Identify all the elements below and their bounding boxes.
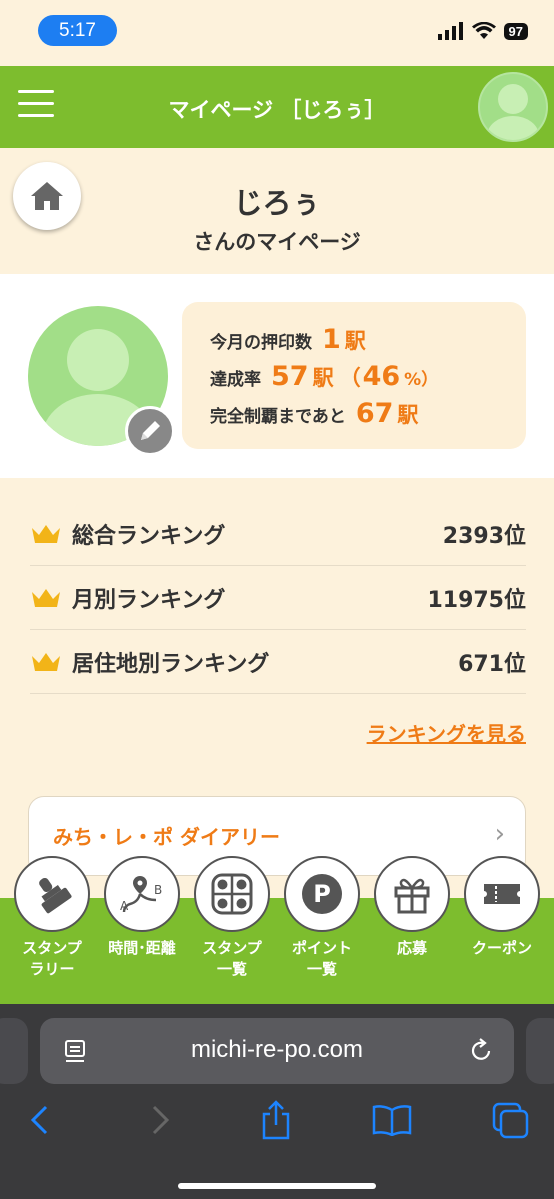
nav-apply[interactable]: 応募 xyxy=(367,856,457,959)
status-time: 5:17 xyxy=(38,15,117,46)
url-text: michi-re-po.com xyxy=(190,1036,364,1063)
point-icon: P xyxy=(302,874,342,914)
next-tab-edge[interactable] xyxy=(526,1018,554,1084)
page-title: マイページ ［じろぅ］ xyxy=(168,98,386,122)
status-bar: 5:17 97 xyxy=(0,0,554,66)
app-header: マイページ ［じろぅ］ xyxy=(0,66,554,148)
address-bar[interactable]: michi-re-po.com xyxy=(40,1018,514,1084)
crown-icon xyxy=(32,588,60,607)
diary-label: みち・レ・ポ ダイアリー xyxy=(53,825,280,849)
svg-text:B: B xyxy=(154,883,162,897)
grid-icon xyxy=(211,873,253,915)
bookmarks-icon[interactable] xyxy=(370,1098,414,1142)
tabs-icon[interactable] xyxy=(488,1098,532,1142)
nav-coupon[interactable]: クーポン xyxy=(457,856,547,959)
stats-box: 今月の押印数 1 駅 達成率 57 駅 （ 46 %） 完全制覇まであと 67 … xyxy=(182,302,526,449)
user-name: じろぅ xyxy=(233,186,321,220)
coupon-icon xyxy=(484,884,520,904)
ranking-section: 総合ランキング 2393位 月別ランキング 11975位 居住地別ランキング 6… xyxy=(0,478,554,898)
user-name-section: じろぅ さんのマイページ xyxy=(0,148,554,274)
browser-chrome: michi-re-po.com xyxy=(0,1004,554,1199)
route-icon: A B xyxy=(120,876,162,913)
chevron-right-icon: › xyxy=(494,819,505,849)
signal-icon xyxy=(437,22,463,40)
profile-section: 今月の押印数 1 駅 達成率 57 駅 （ 46 %） 完全制覇まであと 67 … xyxy=(0,274,554,478)
menu-icon[interactable] xyxy=(18,90,54,118)
crown-icon xyxy=(32,524,60,543)
svg-text:A: A xyxy=(120,899,129,913)
reload-icon[interactable] xyxy=(468,1038,494,1064)
previous-tab-edge[interactable] xyxy=(0,1018,28,1084)
share-icon[interactable] xyxy=(254,1098,298,1142)
ranking-row-overall: 総合ランキング 2393位 xyxy=(30,502,526,566)
status-icons: 97 xyxy=(437,22,528,40)
wifi-icon xyxy=(471,22,496,39)
remaining-stations: 完全制覇まであと 67 駅 xyxy=(210,398,419,429)
battery-indicator: 97 xyxy=(503,22,528,40)
nav-time-distance[interactable]: A B 時間･距離 xyxy=(97,856,187,959)
back-icon[interactable] xyxy=(18,1098,62,1142)
home-indicator xyxy=(178,1183,376,1189)
bottom-nav: スタンプ ラリー A B 時間･距離 スタンプ 一覧 P ポイント 一覧 応募 … xyxy=(0,856,554,1004)
crown-icon xyxy=(32,652,60,671)
nav-stamp-rally[interactable]: スタンプ ラリー xyxy=(7,856,97,980)
stamp-icon xyxy=(39,877,72,914)
achievement-rate: 達成率 57 駅 （ 46 %） xyxy=(210,361,439,392)
forward-icon[interactable] xyxy=(138,1098,182,1142)
ranking-row-residence: 居住地別ランキング 671位 xyxy=(30,630,526,694)
svg-text:P: P xyxy=(313,880,331,908)
view-ranking-link[interactable]: ランキングを見る xyxy=(367,718,526,747)
nav-point-list[interactable]: P ポイント 一覧 xyxy=(277,856,367,980)
user-subtitle: さんのマイページ xyxy=(193,230,361,254)
user-icon xyxy=(487,84,539,140)
monthly-stamp-count: 今月の押印数 1 駅 xyxy=(210,324,366,355)
pencil-icon xyxy=(141,421,160,440)
edit-profile-button[interactable] xyxy=(125,406,175,456)
nav-stamp-list[interactable]: スタンプ 一覧 xyxy=(187,856,277,980)
gift-icon xyxy=(394,878,430,914)
header-avatar[interactable] xyxy=(478,72,548,142)
ranking-row-monthly: 月別ランキング 11975位 xyxy=(30,566,526,630)
